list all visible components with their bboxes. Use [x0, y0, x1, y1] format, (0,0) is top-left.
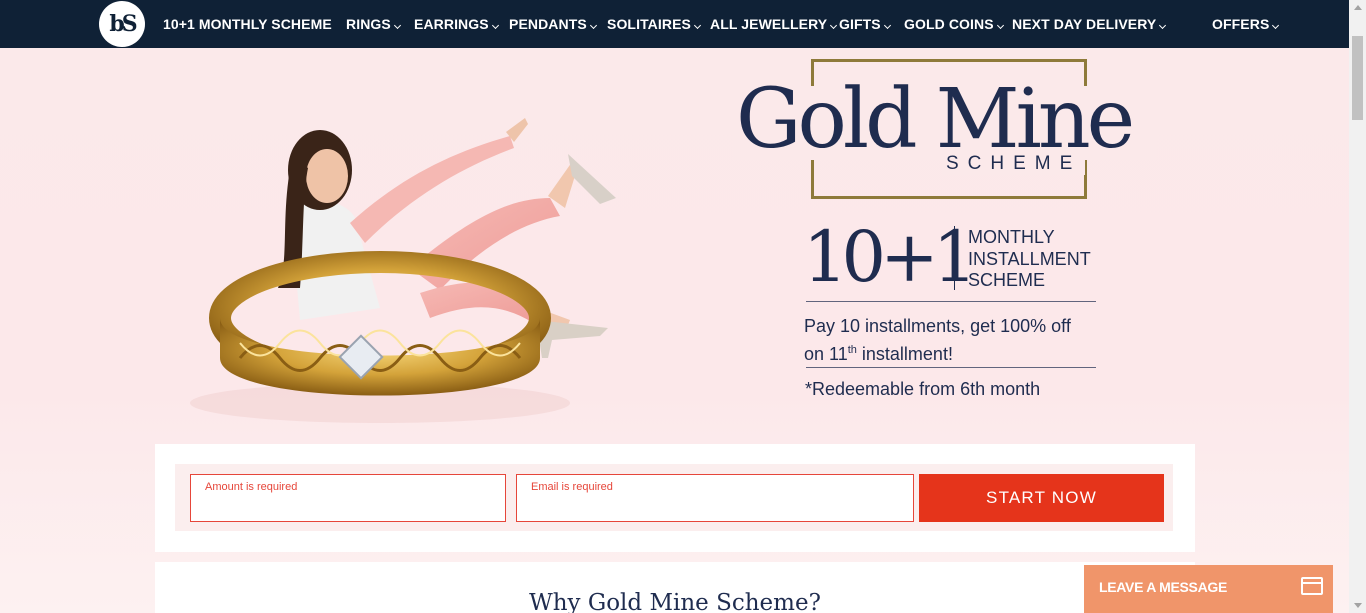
chevron-down-icon	[1272, 21, 1280, 29]
chevron-down-icon	[830, 21, 838, 29]
nav-item-offers[interactable]: OFFERS	[1212, 0, 1280, 48]
offer-line-2-prefix: on 11	[804, 344, 848, 364]
leave-message-widget[interactable]: LEAVE A MESSAGE	[1084, 565, 1333, 613]
scheme-line: INSTALLMENT	[968, 248, 1091, 269]
nav-item-label: NEXT DAY DELIVERY	[1012, 16, 1157, 32]
nav-item-gifts[interactable]: GIFTS	[839, 0, 891, 48]
nav-item-next-day-delivery[interactable]: NEXT DAY DELIVERY	[1012, 0, 1167, 48]
amount-error-label: Amount is required	[205, 481, 298, 493]
nav-item-label: RINGS	[346, 16, 391, 32]
chevron-down-icon	[883, 21, 891, 29]
nav-item-label: GIFTS	[839, 16, 881, 32]
scheme-form: Amount is required Email is required STA…	[175, 464, 1173, 531]
scheme-form-card: Amount is required Email is required STA…	[155, 444, 1195, 552]
divider	[806, 301, 1096, 302]
amount-input[interactable]	[205, 497, 457, 513]
scheme-line: MONTHLY	[968, 227, 1055, 247]
divider	[806, 367, 1096, 368]
scroll-down-arrow-icon[interactable]	[1354, 603, 1362, 608]
scheme-line: SCHEME	[968, 270, 1046, 290]
offer-line-1: Pay 10 installments, get 100% off	[804, 316, 1071, 336]
nav-item-earrings[interactable]: EARRINGS	[414, 0, 499, 48]
nav-item-label: SOLITAIRES	[607, 16, 691, 32]
offer-line-2-suffix: installment!	[856, 344, 953, 364]
offer-text: Pay 10 installments, get 100% off on 11t…	[804, 314, 1124, 366]
scrollbar-thumb[interactable]	[1352, 36, 1363, 120]
chevron-down-icon	[693, 21, 702, 29]
chevron-down-icon	[491, 21, 499, 29]
scheme-description: MONTHLY INSTALLMENT SCHEME	[968, 227, 1108, 292]
top-navigation: bS 10+1 MONTHLY SCHEME RINGS EARRINGS PE…	[0, 0, 1349, 48]
chevron-down-icon	[589, 21, 597, 29]
nav-item-all-jewellery[interactable]: ALL JEWELLERY	[710, 0, 838, 48]
scroll-up-arrow-icon[interactable]	[1354, 5, 1362, 10]
email-field[interactable]: Email is required	[516, 474, 914, 522]
chevron-down-icon	[393, 21, 401, 29]
message-window-icon	[1301, 577, 1323, 595]
brand-logo-mark: bS	[109, 11, 137, 37]
offer-ordinal-suffix: th	[847, 344, 857, 356]
nav-item-label: 10+1 MONTHLY SCHEME	[163, 16, 332, 32]
email-input[interactable]	[531, 497, 848, 513]
nav-item-solitaires[interactable]: SOLITAIRES	[607, 0, 702, 48]
chevron-down-icon	[1159, 21, 1167, 29]
amount-field[interactable]: Amount is required	[190, 474, 506, 522]
nav-item-label: ALL JEWELLERY	[710, 16, 828, 32]
redeem-note: *Redeemable from 6th month	[805, 379, 1041, 399]
nav-item-gold-coins[interactable]: GOLD COINS	[904, 0, 1004, 48]
chevron-down-icon	[996, 21, 1004, 29]
offer-line-2: on 11th installment!	[804, 338, 1124, 366]
nav-item-label: OFFERS	[1212, 16, 1270, 32]
nav-item-label: PENDANTS	[509, 16, 587, 32]
start-now-button[interactable]: START NOW	[919, 474, 1164, 522]
nav-item-monthly-scheme[interactable]: 10+1 MONTHLY SCHEME	[163, 0, 332, 48]
nav-item-pendants[interactable]: PENDANTS	[509, 0, 597, 48]
page-scrollbar[interactable]	[1349, 0, 1366, 613]
scheme-big-number: 10+1	[803, 216, 977, 298]
why-section-title: Why Gold Mine Scheme?	[529, 590, 821, 613]
leave-message-label: LEAVE A MESSAGE	[1099, 579, 1228, 595]
nav-item-label: EARRINGS	[414, 16, 489, 32]
email-error-label: Email is required	[531, 481, 613, 493]
hero-subtitle: SCHEME	[942, 153, 1086, 175]
hero-model-ring-image	[190, 118, 616, 423]
vertical-divider	[954, 226, 955, 290]
nav-item-rings[interactable]: RINGS	[346, 0, 401, 48]
nav-item-label: GOLD COINS	[904, 16, 994, 32]
brand-logo[interactable]: bS	[99, 1, 145, 47]
why-section: Why Gold Mine Scheme?	[155, 562, 1195, 613]
